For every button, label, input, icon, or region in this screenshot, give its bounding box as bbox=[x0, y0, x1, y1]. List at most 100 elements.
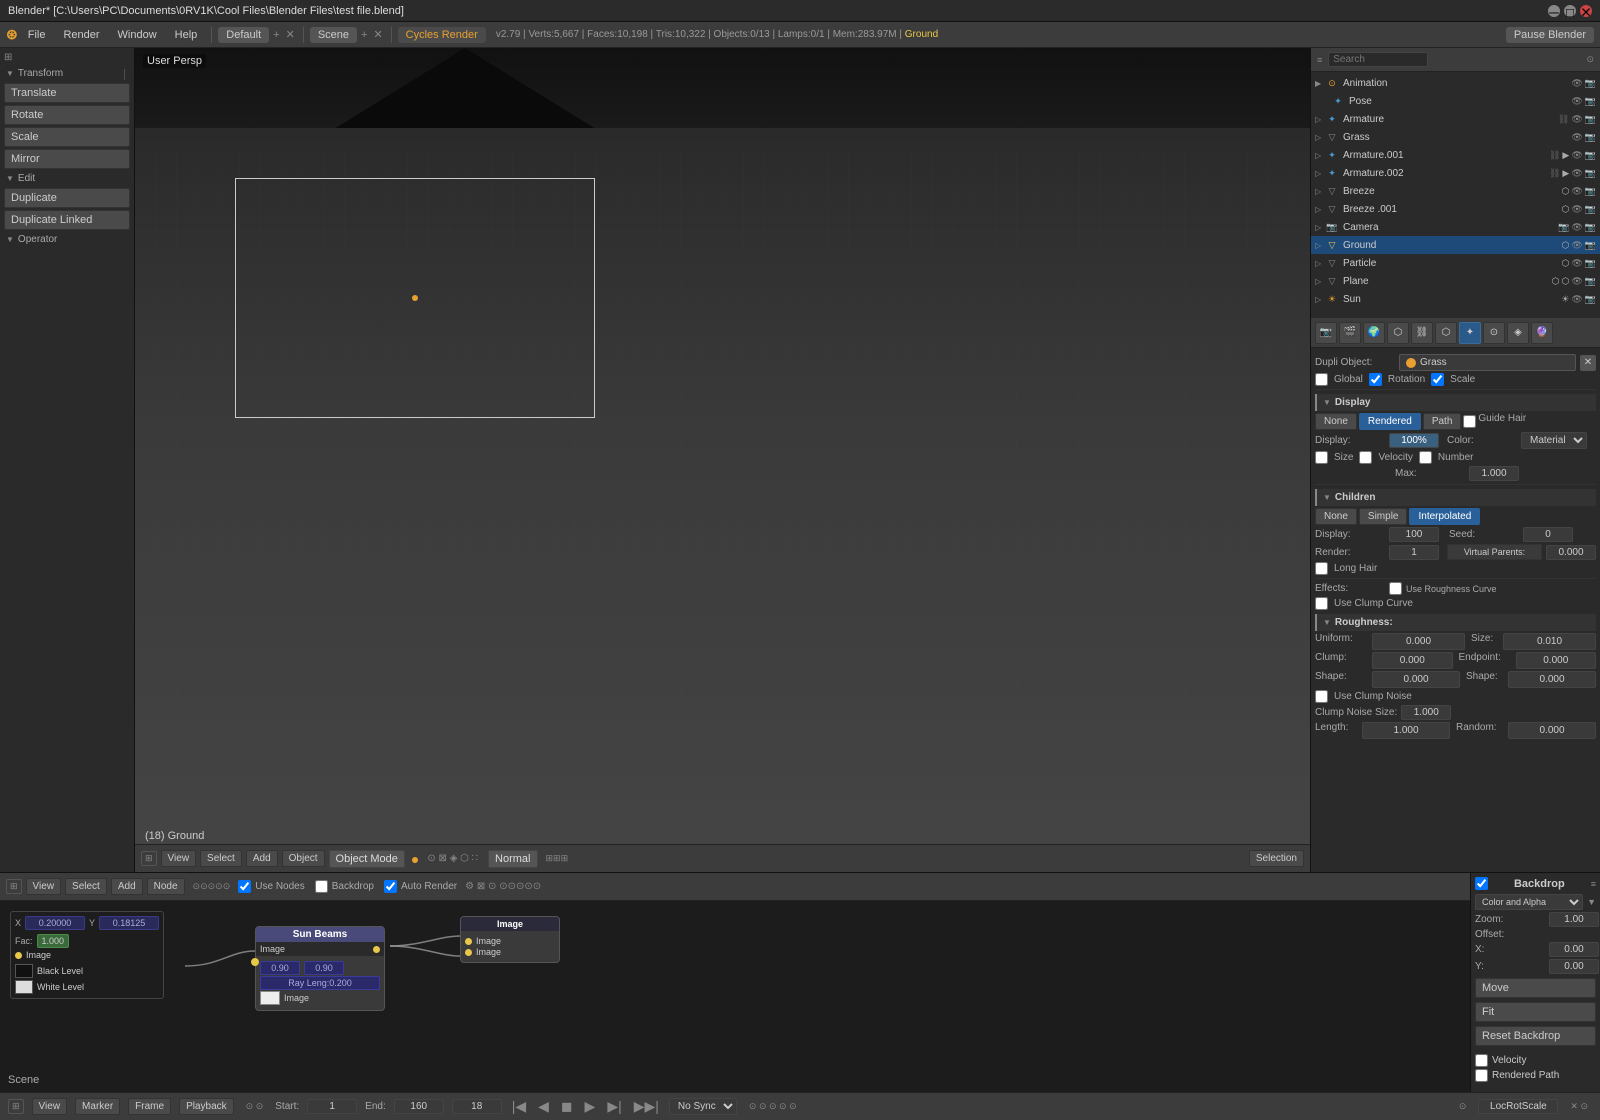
prev-frame-btn[interactable]: |◀ bbox=[512, 1098, 526, 1115]
velocity-checkbox[interactable] bbox=[1359, 451, 1372, 464]
stop-btn[interactable]: ◼ bbox=[561, 1098, 573, 1115]
vp-view-btn[interactable]: View bbox=[161, 850, 197, 867]
visibility-icon[interactable]: 👁 bbox=[1571, 96, 1582, 107]
x-value[interactable]: 0.00 bbox=[1549, 942, 1599, 957]
duplicate-button[interactable]: Duplicate bbox=[4, 188, 130, 208]
size-r-value[interactable]: 0.010 bbox=[1503, 633, 1596, 650]
sun-beams-node[interactable]: Sun Beams Image 0.90 0.90 Ray Leng:0.200 bbox=[255, 926, 385, 1011]
use-roughness-curve-checkbox[interactable] bbox=[1389, 582, 1402, 595]
render-visible-icon[interactable]: 📷 bbox=[1585, 222, 1596, 233]
visibility-icon[interactable]: 👁 bbox=[1571, 132, 1582, 143]
rendered-path-checkbox[interactable] bbox=[1475, 1069, 1488, 1082]
node-editor-canvas[interactable]: Scene X 0.20000 Y 0.18125 Fac: 1.000 bbox=[0, 901, 1470, 1092]
color-selector[interactable]: Material bbox=[1521, 432, 1587, 449]
vp-add-btn[interactable]: Add bbox=[246, 850, 278, 867]
pause-blender[interactable]: Pause Blender bbox=[1506, 27, 1594, 43]
virtual-parents-value[interactable]: 0.000 bbox=[1546, 545, 1596, 560]
display-tab-rendered[interactable]: Rendered bbox=[1359, 413, 1421, 430]
children-tab-simple[interactable]: Simple bbox=[1359, 508, 1408, 525]
vp-shading-selector[interactable]: Normal bbox=[488, 850, 537, 868]
visibility-icon[interactable]: 👁 bbox=[1571, 168, 1582, 179]
child-display-value[interactable]: 100 bbox=[1389, 527, 1439, 542]
length-value[interactable]: 1.000 bbox=[1362, 722, 1450, 739]
display-tab-path[interactable]: Path bbox=[1423, 413, 1462, 430]
scale-checkbox[interactable] bbox=[1431, 373, 1444, 386]
render-visible-icon[interactable]: 📷 bbox=[1585, 294, 1596, 305]
virtual-parents-btn[interactable]: Virtual Parents: bbox=[1447, 544, 1542, 560]
shape-c-value[interactable]: 0.000 bbox=[1372, 671, 1460, 688]
number-checkbox[interactable] bbox=[1419, 451, 1432, 464]
render-visible-icon[interactable]: 📷 bbox=[1585, 258, 1596, 269]
render-visible-icon[interactable]: 📷 bbox=[1585, 114, 1596, 125]
outliner-filter-icon[interactable]: ⊙ bbox=[1586, 54, 1594, 65]
menu-render[interactable]: Render bbox=[55, 27, 107, 43]
black-swatch[interactable] bbox=[15, 964, 33, 978]
render-visible-icon[interactable]: 📷 bbox=[1585, 186, 1596, 197]
anim-label[interactable]: LocRotScale bbox=[1478, 1099, 1558, 1114]
maximize-button[interactable]: □ bbox=[1564, 5, 1576, 17]
random-value[interactable]: 0.000 bbox=[1508, 722, 1596, 739]
mirror-button[interactable]: Mirror bbox=[4, 149, 130, 169]
backdrop-more-icon[interactable]: ≡ bbox=[1591, 879, 1596, 889]
auto-render-checkbox[interactable] bbox=[384, 880, 397, 893]
outliner-item-sun[interactable]: ▷ ☀ Sun ☀ 👁 📷 bbox=[1311, 290, 1600, 308]
prop-icon-modifiers[interactable]: ⬡ bbox=[1435, 322, 1457, 344]
node-select-btn[interactable]: Select bbox=[65, 878, 107, 895]
vp-object-btn[interactable]: Object bbox=[282, 850, 325, 867]
node-editor-icon[interactable]: ⊞ bbox=[6, 879, 22, 894]
clump-value[interactable]: 0.000 bbox=[1372, 652, 1453, 669]
render-engine[interactable]: Cycles Render bbox=[398, 27, 486, 43]
use-clump-curve-checkbox[interactable] bbox=[1315, 597, 1328, 610]
render-visible-icon[interactable]: 📷 bbox=[1585, 240, 1596, 251]
translate-button[interactable]: Translate bbox=[4, 83, 130, 103]
minimize-button[interactable]: ─ bbox=[1548, 5, 1560, 17]
color-alpha-selector[interactable]: Color and Alpha bbox=[1475, 894, 1583, 910]
prop-icon-world[interactable]: 🌍 bbox=[1363, 322, 1385, 344]
sync-selector[interactable]: No Sync bbox=[669, 1098, 737, 1115]
transform-collapse[interactable]: │ bbox=[122, 69, 128, 79]
display-slider[interactable]: 100% bbox=[1389, 433, 1439, 448]
vp-select-btn[interactable]: Select bbox=[200, 850, 242, 867]
clump-noise-size-value[interactable]: 1.000 bbox=[1401, 705, 1451, 720]
rotate-button[interactable]: Rotate bbox=[4, 105, 130, 125]
render-visible-icon[interactable]: 📷 bbox=[1585, 276, 1596, 287]
render-visible-icon[interactable]: 📷 bbox=[1585, 168, 1596, 179]
status-frame-btn[interactable]: Frame bbox=[128, 1098, 171, 1115]
visibility-icon[interactable]: 👁 bbox=[1571, 186, 1582, 197]
prop-icon-material[interactable]: 🔮 bbox=[1531, 322, 1553, 344]
roughness-section[interactable]: Roughness: bbox=[1315, 614, 1596, 631]
prop-icon-data[interactable]: ◈ bbox=[1507, 322, 1529, 344]
outliner-item-armature[interactable]: ▷ ✦ Armature ⛓ 👁 📷 bbox=[1311, 110, 1600, 128]
outliner-item-armature001[interactable]: ▷ ✦ Armature.001 ⛓ ▶ 👁 📷 bbox=[1311, 146, 1600, 164]
outliner-item-grass[interactable]: ▷ ▽ Grass 👁 📷 bbox=[1311, 128, 1600, 146]
display-tab-none[interactable]: None bbox=[1315, 413, 1357, 430]
outliner-item-ground[interactable]: ▷ ▽ Ground ⬡ 👁 📷 bbox=[1311, 236, 1600, 254]
remove-scene[interactable]: ✕ bbox=[371, 28, 384, 41]
dupli-value[interactable]: Grass bbox=[1399, 354, 1576, 371]
outliner-item-particle[interactable]: ▷ ▽ Particle ⬡ 👁 📷 bbox=[1311, 254, 1600, 272]
backdrop-checkbox[interactable] bbox=[315, 880, 328, 893]
render-visible-icon[interactable]: 📷 bbox=[1585, 78, 1596, 89]
render-value[interactable]: 1 bbox=[1389, 545, 1439, 560]
image-node-right[interactable]: Image Image Image bbox=[460, 916, 560, 963]
shape-r-value[interactable]: 0.000 bbox=[1508, 671, 1596, 688]
visibility-icon[interactable]: 👁 bbox=[1571, 114, 1582, 125]
x-field[interactable]: 0.20000 bbox=[25, 916, 85, 930]
render-visible-icon[interactable]: 📷 bbox=[1585, 132, 1596, 143]
children-tab-interpolated[interactable]: Interpolated bbox=[1409, 508, 1480, 525]
next-frame-btn[interactable]: ▶▶| bbox=[634, 1098, 659, 1115]
seed-value[interactable]: 0 bbox=[1523, 527, 1573, 542]
outliner-item-armature002[interactable]: ▷ ✦ Armature.002 ⛓ ▶ 👁 📷 bbox=[1311, 164, 1600, 182]
size-checkbox[interactable] bbox=[1315, 451, 1328, 464]
visibility-icon[interactable]: 👁 bbox=[1571, 222, 1582, 233]
status-playback-btn[interactable]: Playback bbox=[179, 1098, 234, 1115]
add-workspace[interactable]: + bbox=[271, 29, 281, 41]
vp-mode-selector[interactable]: Object Mode bbox=[329, 850, 405, 868]
menu-file[interactable]: File bbox=[20, 27, 54, 43]
prop-icon-scene[interactable]: 🎬 bbox=[1339, 322, 1361, 344]
prop-icon-particles[interactable]: ✦ bbox=[1459, 322, 1481, 344]
visibility-icon[interactable]: 👁 bbox=[1571, 150, 1582, 161]
render-visible-icon[interactable]: 📷 bbox=[1585, 150, 1596, 161]
duplicate-linked-button[interactable]: Duplicate Linked bbox=[4, 210, 130, 230]
node-add-btn[interactable]: Add bbox=[111, 878, 143, 895]
